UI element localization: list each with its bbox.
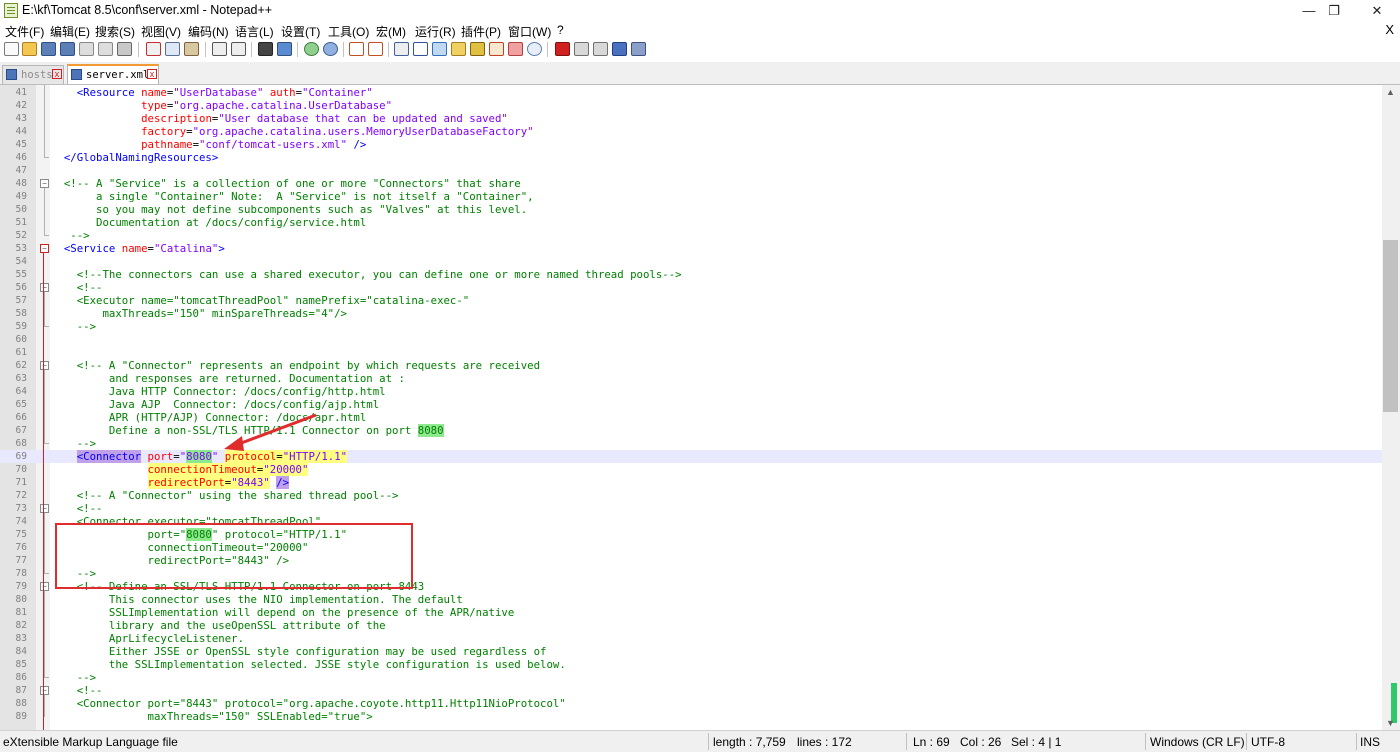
annotation-arrow bbox=[224, 413, 317, 451]
tab-label: server.xml bbox=[86, 69, 150, 81]
title-bar: E:\kf\Tomcat 8.5\conf\server.xml - Notep… bbox=[0, 0, 1400, 22]
menu-settings[interactable]: 设置(T) bbox=[281, 23, 320, 40]
doc-map-icon[interactable] bbox=[470, 42, 485, 56]
toolbar-separator bbox=[388, 42, 389, 57]
vertical-scrollbar[interactable]: ▲ ▼ bbox=[1382, 85, 1400, 730]
status-line-number: Ln : 69 bbox=[913, 735, 950, 749]
status-filetype: eXtensible Markup Language file bbox=[3, 735, 178, 749]
open-file-icon[interactable] bbox=[22, 42, 37, 56]
print-icon[interactable] bbox=[117, 42, 132, 56]
close-document-button[interactable]: X bbox=[1385, 22, 1394, 37]
menu-macro[interactable]: 宏(M) bbox=[376, 23, 406, 40]
status-eol[interactable]: Windows (CR LF) bbox=[1150, 735, 1245, 749]
menu-encoding[interactable]: 编码(N) bbox=[188, 23, 229, 40]
status-bar: eXtensible Markup Language file length :… bbox=[0, 730, 1400, 752]
status-separator bbox=[1145, 733, 1146, 750]
scrollbar-thumb[interactable] bbox=[1383, 240, 1398, 412]
close-window-button[interactable]: ✕ bbox=[1354, 0, 1400, 22]
save-icon[interactable] bbox=[41, 42, 56, 56]
status-lines: lines : 172 bbox=[797, 735, 852, 749]
scroll-up-arrow-icon[interactable]: ▲ bbox=[1386, 87, 1395, 97]
tab-hosts[interactable]: hosts x bbox=[2, 65, 64, 84]
save-macro-icon[interactable] bbox=[631, 42, 646, 56]
monitoring-icon[interactable] bbox=[527, 42, 542, 56]
status-column: Col : 26 bbox=[960, 735, 1002, 749]
tab-close-icon[interactable]: x bbox=[52, 69, 62, 79]
find-icon[interactable] bbox=[258, 42, 273, 56]
menu-file[interactable]: 文件(F) bbox=[5, 23, 44, 40]
save-icon bbox=[71, 69, 82, 80]
status-selection: Sel : 4 | 1 bbox=[1011, 735, 1062, 749]
status-separator bbox=[906, 733, 907, 750]
menu-search[interactable]: 搜索(S) bbox=[95, 23, 135, 40]
zoom-out-icon[interactable] bbox=[323, 42, 338, 56]
copy-icon[interactable] bbox=[165, 42, 180, 56]
tab-server-xml[interactable]: server.xml x bbox=[67, 64, 159, 84]
sync-horizontal-icon[interactable] bbox=[368, 42, 383, 56]
folder-workspace-icon[interactable] bbox=[508, 42, 523, 56]
menu-tools[interactable]: 工具(O) bbox=[328, 23, 369, 40]
notepad-app-icon bbox=[4, 3, 18, 18]
status-encoding[interactable]: UTF-8 bbox=[1251, 735, 1285, 749]
close-icon[interactable] bbox=[79, 42, 94, 56]
tab-close-icon[interactable]: x bbox=[147, 69, 157, 79]
new-file-icon[interactable] bbox=[4, 42, 19, 56]
toolbar-separator bbox=[251, 42, 252, 57]
show-all-chars-icon[interactable] bbox=[413, 42, 428, 56]
stop-macro-icon[interactable] bbox=[574, 42, 589, 56]
menu-language[interactable]: 语言(L) bbox=[235, 23, 274, 40]
tab-bar: hosts x server.xml x bbox=[0, 62, 1400, 85]
status-separator bbox=[1246, 733, 1247, 750]
sync-vertical-icon[interactable] bbox=[349, 42, 364, 56]
status-insert-mode[interactable]: INS bbox=[1360, 735, 1380, 749]
replace-icon[interactable] bbox=[277, 42, 292, 56]
status-length: length : 7,759 bbox=[713, 735, 786, 749]
zoom-in-icon[interactable] bbox=[304, 42, 319, 56]
maximize-button[interactable]: ❐ bbox=[1311, 0, 1357, 22]
word-wrap-icon[interactable] bbox=[394, 42, 409, 56]
toolbar bbox=[0, 40, 1400, 60]
menu-view[interactable]: 视图(V) bbox=[141, 23, 181, 40]
tab-label: hosts bbox=[21, 69, 53, 81]
file-icon bbox=[6, 69, 17, 80]
record-macro-icon[interactable] bbox=[555, 42, 570, 56]
menu-plugins[interactable]: 插件(P) bbox=[461, 23, 501, 40]
window-title: E:\kf\Tomcat 8.5\conf\server.xml - Notep… bbox=[22, 3, 273, 17]
redo-icon[interactable] bbox=[231, 42, 246, 56]
language-icon[interactable] bbox=[451, 42, 466, 56]
toolbar-separator bbox=[343, 42, 344, 57]
toolbar-separator bbox=[205, 42, 206, 57]
play-macro-icon[interactable] bbox=[593, 42, 608, 56]
status-separator bbox=[708, 733, 709, 750]
close-all-icon[interactable] bbox=[98, 42, 113, 56]
toolbar-separator bbox=[547, 42, 548, 57]
scroll-down-arrow-icon[interactable]: ▼ bbox=[1386, 718, 1395, 728]
status-separator bbox=[1356, 733, 1357, 750]
menu-edit[interactable]: 编辑(E) bbox=[50, 23, 90, 40]
menu-window[interactable]: 窗口(W) bbox=[508, 23, 551, 40]
menu-run[interactable]: 运行(R) bbox=[415, 23, 456, 40]
change-history-marker bbox=[1391, 683, 1397, 723]
run-macro-multiple-icon[interactable] bbox=[612, 42, 627, 56]
toolbar-separator bbox=[138, 42, 139, 57]
save-all-icon[interactable] bbox=[60, 42, 75, 56]
indent-guide-icon[interactable] bbox=[432, 42, 447, 56]
function-list-icon[interactable] bbox=[489, 42, 504, 56]
toolbar-separator bbox=[297, 42, 298, 57]
undo-icon[interactable] bbox=[212, 42, 227, 56]
menu-bar: 文件(F) 编辑(E) 搜索(S) 视图(V) 编码(N) 语言(L) 设置(T… bbox=[0, 22, 1400, 40]
menu-help[interactable]: ? bbox=[557, 23, 564, 37]
cut-icon[interactable] bbox=[146, 42, 161, 56]
paste-icon[interactable] bbox=[184, 42, 199, 56]
code-editor[interactable]: 41 <Resource name="UserDatabase" auth="C… bbox=[0, 85, 1382, 730]
